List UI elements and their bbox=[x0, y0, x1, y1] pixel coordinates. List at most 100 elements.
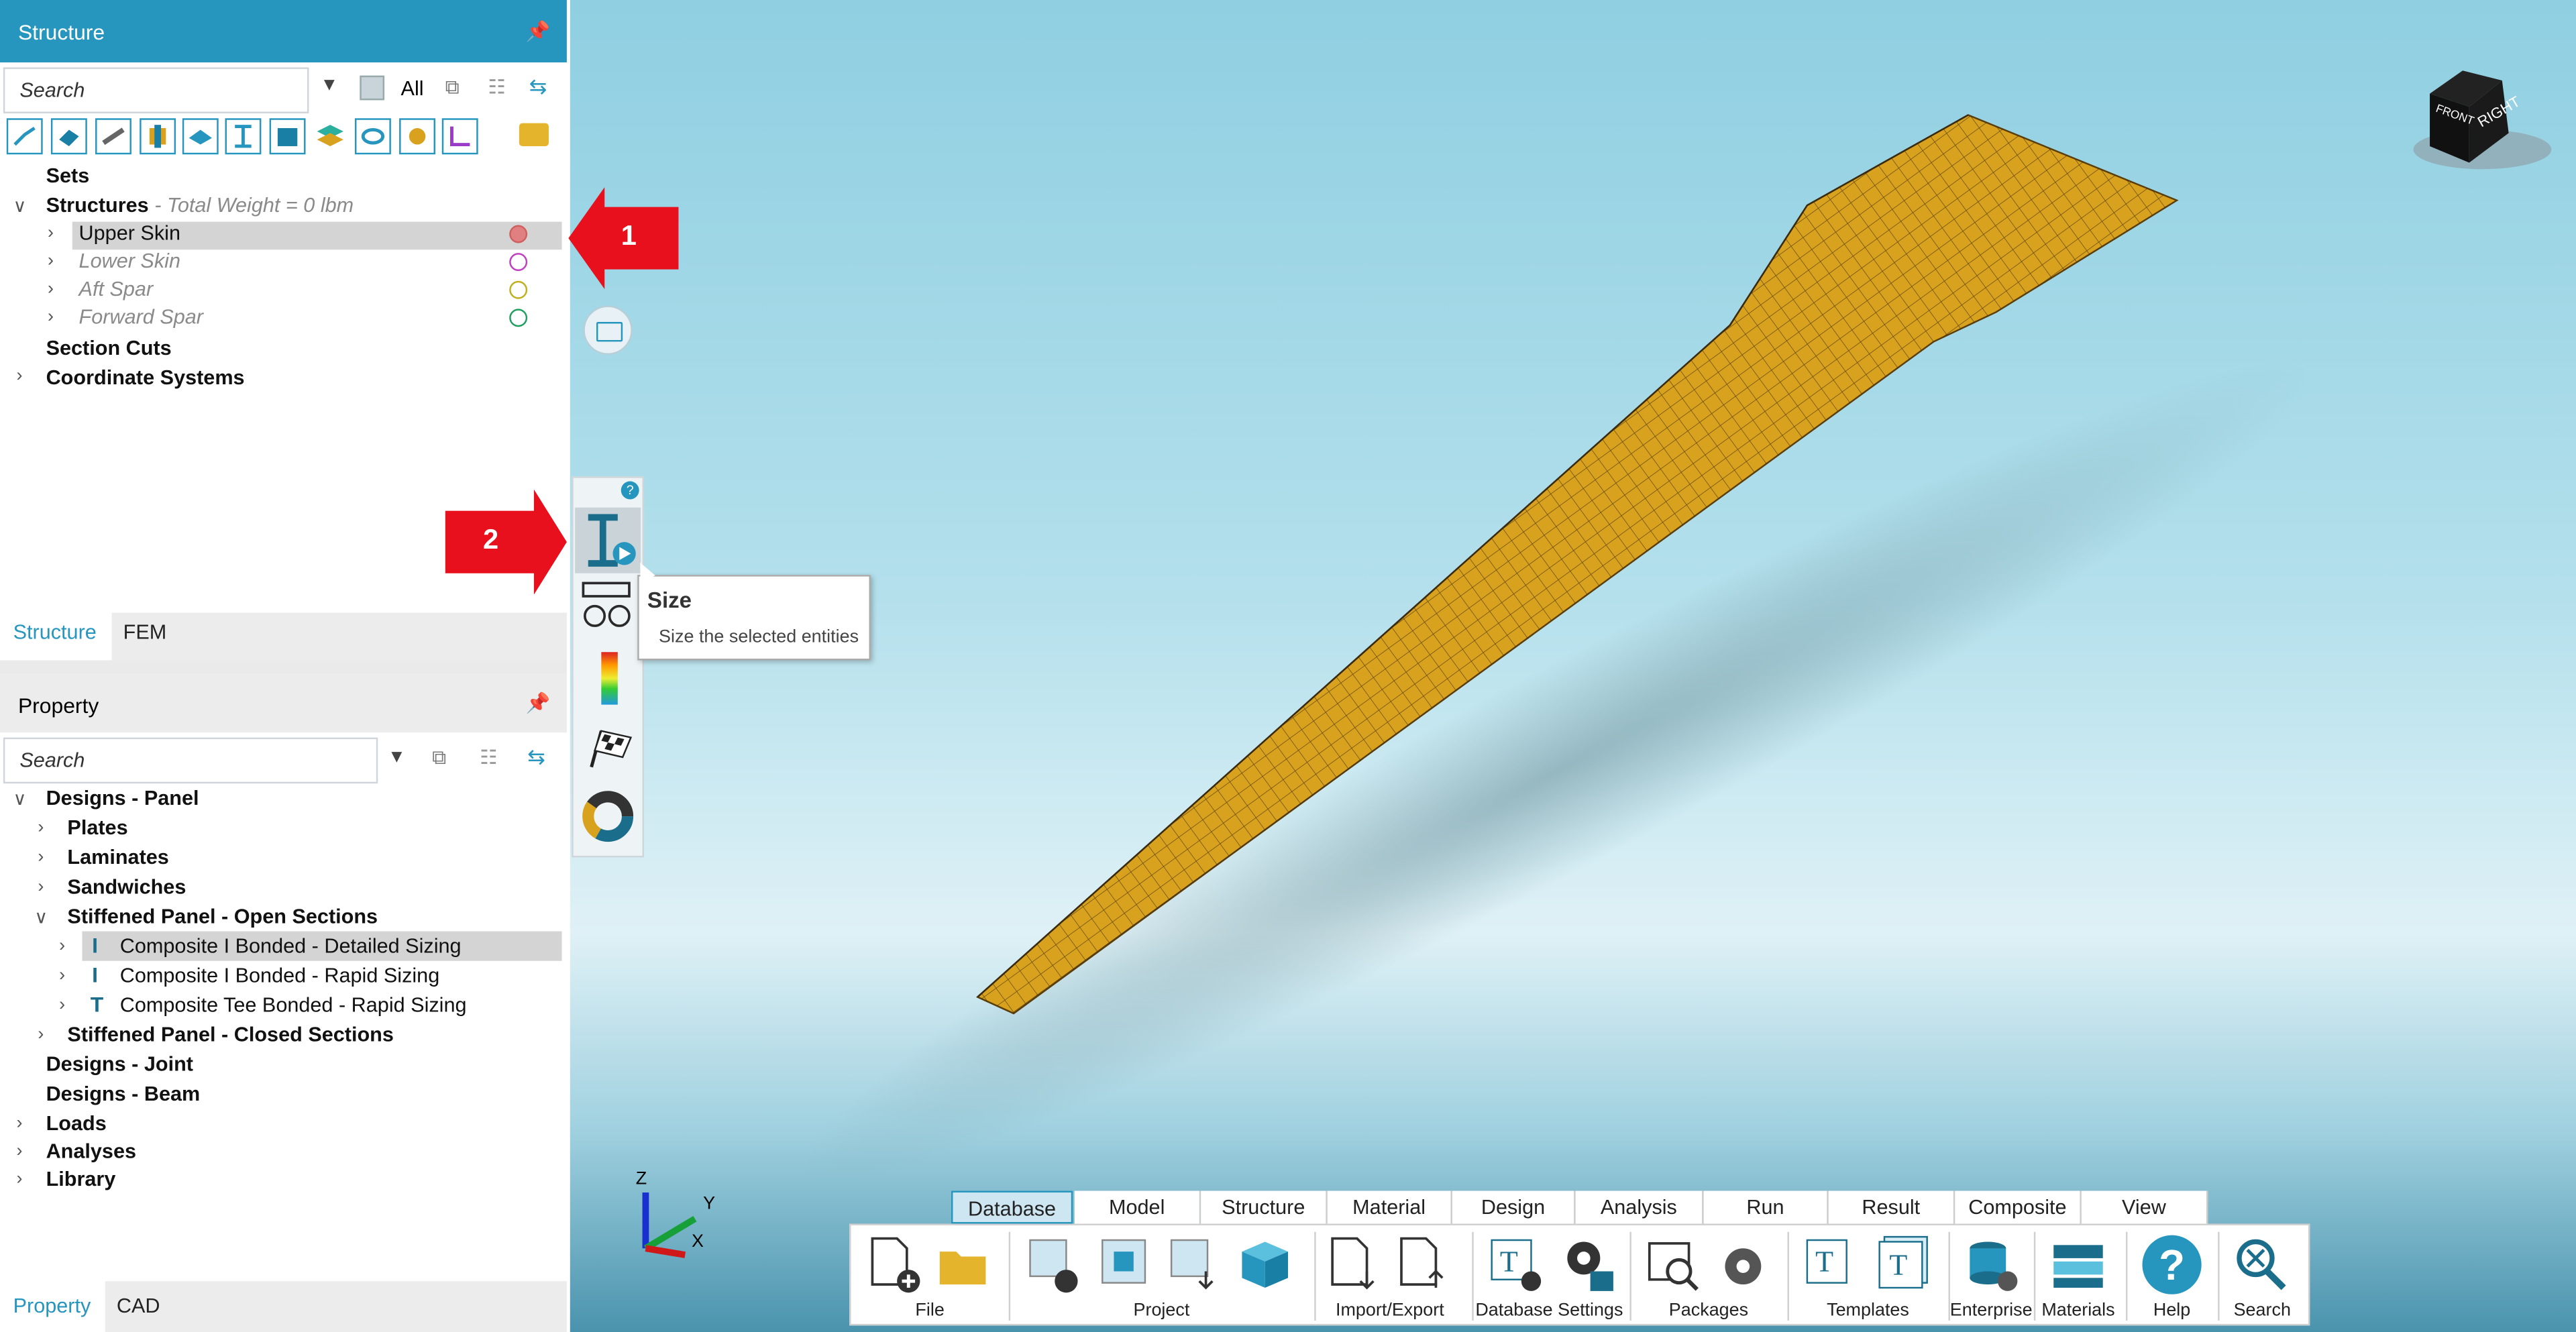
color-swatch[interactable] bbox=[509, 253, 528, 272]
copy-icon[interactable]: ⧉ bbox=[432, 746, 446, 771]
ribbon-tab-database[interactable]: Database bbox=[951, 1190, 1073, 1224]
package-gear-icon[interactable] bbox=[1715, 1239, 1771, 1294]
chevron-down-icon[interactable]: ▼ bbox=[321, 76, 339, 95]
new-file-icon[interactable] bbox=[867, 1235, 923, 1294]
layers-icon[interactable] bbox=[315, 121, 345, 151]
cog-chip-icon[interactable] bbox=[399, 118, 435, 155]
chevron-right-icon[interactable]: › bbox=[38, 1025, 44, 1044]
tree-node-aft-spar[interactable]: Aft Spar bbox=[79, 278, 154, 306]
help-icon[interactable]: ? bbox=[2142, 1235, 2202, 1294]
color-swatch[interactable] bbox=[509, 280, 528, 299]
tree-node-designs-beam[interactable]: Designs - Beam bbox=[46, 1083, 201, 1111]
template-settings-icon[interactable]: T bbox=[1489, 1235, 1544, 1294]
pin-icon[interactable]: 📌 bbox=[526, 19, 551, 42]
tree-node-library[interactable]: Library bbox=[46, 1168, 116, 1196]
chevron-right-icon[interactable]: › bbox=[16, 1142, 22, 1161]
tab-fem[interactable]: FEM bbox=[112, 612, 178, 652]
chevron-right-icon[interactable]: › bbox=[59, 995, 65, 1015]
tree-node-sets[interactable]: Sets bbox=[46, 164, 90, 192]
ribbon-tab-material[interactable]: Material bbox=[1327, 1190, 1452, 1224]
sync-icon[interactable]: ⇆ bbox=[527, 744, 545, 770]
structure-search-input[interactable]: Search bbox=[3, 67, 309, 113]
enterprise-database-icon[interactable] bbox=[1962, 1235, 2021, 1294]
sync-icon[interactable]: ⇆ bbox=[529, 74, 547, 100]
box-icon[interactable] bbox=[269, 118, 306, 155]
tree-node-upper-skin[interactable]: Upper Skin bbox=[79, 222, 180, 250]
pin-icon[interactable]: 📌 bbox=[526, 691, 551, 714]
ribbon-tab-composite[interactable]: Composite bbox=[1955, 1190, 2082, 1224]
chevron-right-icon[interactable]: › bbox=[59, 966, 65, 985]
hierarchy-icon[interactable]: ☷ bbox=[480, 746, 497, 769]
tree-node-analyses[interactable]: Analyses bbox=[46, 1140, 136, 1168]
chevron-right-icon[interactable]: › bbox=[48, 279, 54, 298]
ribbon-tab-analysis[interactable]: Analysis bbox=[1575, 1190, 1704, 1224]
help-badge-icon[interactable]: ? bbox=[621, 481, 639, 500]
ribbon-tab-view[interactable]: View bbox=[2081, 1190, 2208, 1224]
new-project-icon[interactable] bbox=[1025, 1235, 1081, 1294]
chevron-right-icon[interactable]: › bbox=[48, 252, 54, 271]
surface-icon[interactable] bbox=[95, 118, 131, 155]
chevron-down-icon[interactable]: ∨ bbox=[34, 907, 48, 928]
package-search-icon[interactable] bbox=[1646, 1239, 1702, 1294]
solid-icon[interactable] bbox=[50, 118, 87, 155]
tree-node-stiffened-open[interactable]: Stiffened Panel - Open Sections bbox=[67, 905, 378, 933]
rectangle-select-icon[interactable] bbox=[583, 305, 633, 355]
filter-all-label[interactable]: All bbox=[401, 77, 424, 100]
export-icon[interactable] bbox=[1397, 1235, 1452, 1294]
template-stack-icon[interactable]: T bbox=[1876, 1235, 1932, 1294]
project-stop-icon[interactable] bbox=[1097, 1235, 1153, 1294]
color-swatch[interactable] bbox=[509, 309, 528, 327]
beam-icon[interactable] bbox=[225, 118, 262, 155]
tree-node-plates[interactable]: Plates bbox=[67, 816, 127, 844]
color-swatch[interactable] bbox=[509, 225, 528, 243]
cube-filter-icon[interactable] bbox=[360, 75, 385, 101]
chevron-right-icon[interactable]: › bbox=[38, 848, 44, 867]
tree-node-forward-spar[interactable]: Forward Spar bbox=[79, 306, 203, 334]
joint-icon[interactable] bbox=[140, 118, 176, 155]
3d-viewport[interactable]: FRONT RIGHT ? Size Size the selected ent… bbox=[570, 0, 2576, 1332]
open-folder-icon[interactable] bbox=[936, 1245, 992, 1288]
chevron-right-icon[interactable]: › bbox=[16, 1113, 22, 1133]
database-gear-icon[interactable] bbox=[1558, 1235, 1617, 1294]
ribbon-tab-design[interactable]: Design bbox=[1452, 1190, 1576, 1224]
tree-node-sandwiches[interactable]: Sandwiches bbox=[67, 875, 186, 903]
view-cube[interactable]: FRONT RIGHT bbox=[2407, 58, 2558, 172]
wing-model-canvas[interactable] bbox=[570, 0, 2576, 1332]
checkered-flag-icon[interactable] bbox=[585, 724, 634, 771]
chevron-down-icon[interactable]: ∨ bbox=[13, 195, 27, 217]
node-icon[interactable] bbox=[6, 118, 43, 155]
chevron-right-icon[interactable]: › bbox=[48, 307, 54, 327]
tab-structure[interactable]: Structure bbox=[1, 612, 108, 653]
tree-node-structures[interactable]: Structures - Total Weight = 0 lbm bbox=[46, 194, 354, 222]
chevron-right-icon[interactable]: › bbox=[48, 223, 54, 243]
tree-node-laminates[interactable]: Laminates bbox=[67, 846, 168, 874]
size-tool-button[interactable] bbox=[575, 507, 641, 573]
materials-icon[interactable] bbox=[2050, 1239, 2106, 1294]
tab-cad[interactable]: CAD bbox=[105, 1286, 172, 1326]
tree-node-stiffened-closed[interactable]: Stiffened Panel - Closed Sections bbox=[67, 1023, 394, 1052]
panel-divider[interactable] bbox=[0, 660, 567, 674]
tree-node-section-cuts[interactable]: Section Cuts bbox=[46, 337, 172, 365]
chevron-down-icon[interactable]: ▼ bbox=[388, 747, 406, 767]
chevron-down-icon[interactable]: ∨ bbox=[13, 789, 27, 810]
tree-node-designs-joint[interactable]: Designs - Joint bbox=[46, 1053, 193, 1081]
search-icon[interactable] bbox=[2231, 1235, 2290, 1294]
tree-node-composite-i-rapid[interactable]: Composite I Bonded - Rapid Sizing bbox=[120, 964, 439, 993]
tree-node-loads[interactable]: Loads bbox=[46, 1112, 107, 1140]
chevron-right-icon[interactable]: › bbox=[16, 366, 22, 386]
plate-icon[interactable] bbox=[182, 118, 219, 155]
ribbon-tab-result[interactable]: Result bbox=[1828, 1190, 1955, 1224]
chevron-right-icon[interactable]: › bbox=[16, 1170, 22, 1189]
folder-add-icon[interactable] bbox=[519, 123, 549, 146]
property-search-input[interactable]: Search bbox=[3, 737, 378, 784]
tree-node-composite-tee-rapid[interactable]: Composite Tee Bonded - Rapid Sizing bbox=[120, 994, 467, 1022]
coordinate-axis-icon[interactable] bbox=[441, 118, 478, 155]
tree-node-composite-i-detailed[interactable]: Composite I Bonded - Detailed Sizing bbox=[120, 934, 462, 962]
lens-icon[interactable] bbox=[354, 118, 391, 155]
tree-node-coordinate-systems[interactable]: Coordinate Systems bbox=[46, 366, 245, 394]
project-import-icon[interactable] bbox=[1167, 1235, 1222, 1294]
ribbon-tab-model[interactable]: Model bbox=[1074, 1190, 1201, 1224]
ribbon-tab-run[interactable]: Run bbox=[1703, 1190, 1829, 1224]
template-new-icon[interactable]: T bbox=[1804, 1235, 1860, 1294]
package-box-icon[interactable] bbox=[1236, 1235, 1295, 1294]
